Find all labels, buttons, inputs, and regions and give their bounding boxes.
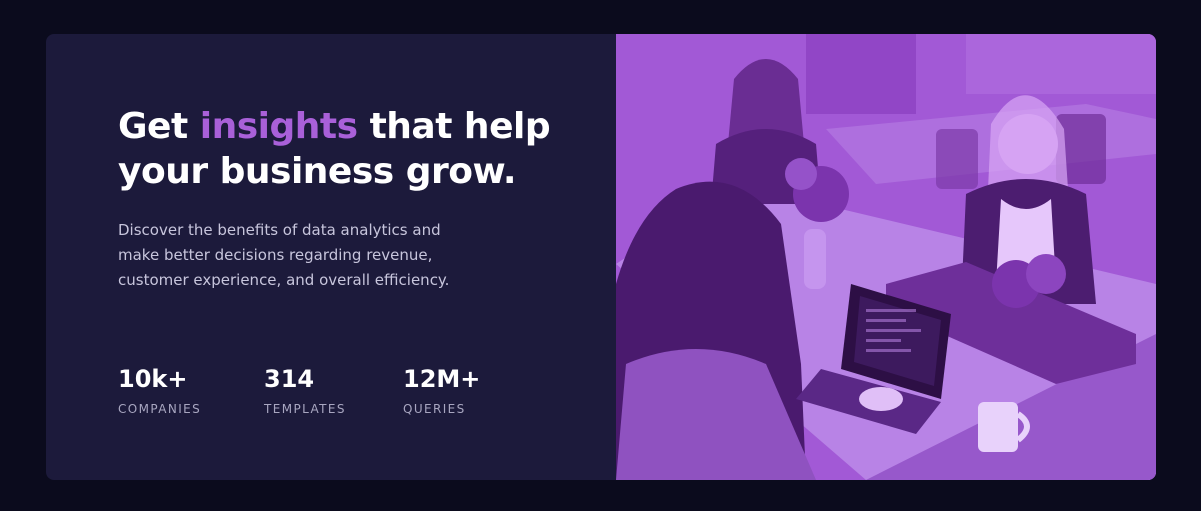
stat-queries: 12M+ QUERIES: [403, 364, 523, 416]
headline-prefix: Get: [118, 106, 188, 147]
office-team-photo: [616, 34, 1156, 480]
stat-value: 314: [264, 365, 315, 393]
card-content: Get insights that help your business gro…: [118, 34, 578, 416]
stat-value: 12M+: [403, 365, 481, 393]
stat-label: COMPANIES: [118, 402, 202, 416]
headline-accent: insights: [199, 106, 358, 147]
stat-companies: 10k+ COMPANIES: [118, 364, 264, 416]
stats-card: Get insights that help your business gro…: [46, 34, 1156, 480]
headline-line2: your business grow.: [118, 151, 517, 192]
stats-row: 10k+ COMPANIES 314 TEMPLATES 12M+ QUERIE…: [118, 364, 523, 416]
photo-illustration: [616, 34, 1156, 480]
description: Discover the benefits of data analytics …: [118, 221, 450, 289]
headline-suffix: that help: [369, 106, 551, 147]
headline: Get insights that help your business gro…: [118, 104, 578, 194]
stat-value: 10k+: [118, 365, 188, 393]
stat-label: QUERIES: [403, 402, 466, 416]
stat-label: TEMPLATES: [264, 402, 346, 416]
stat-templates: 314 TEMPLATES: [264, 364, 403, 416]
